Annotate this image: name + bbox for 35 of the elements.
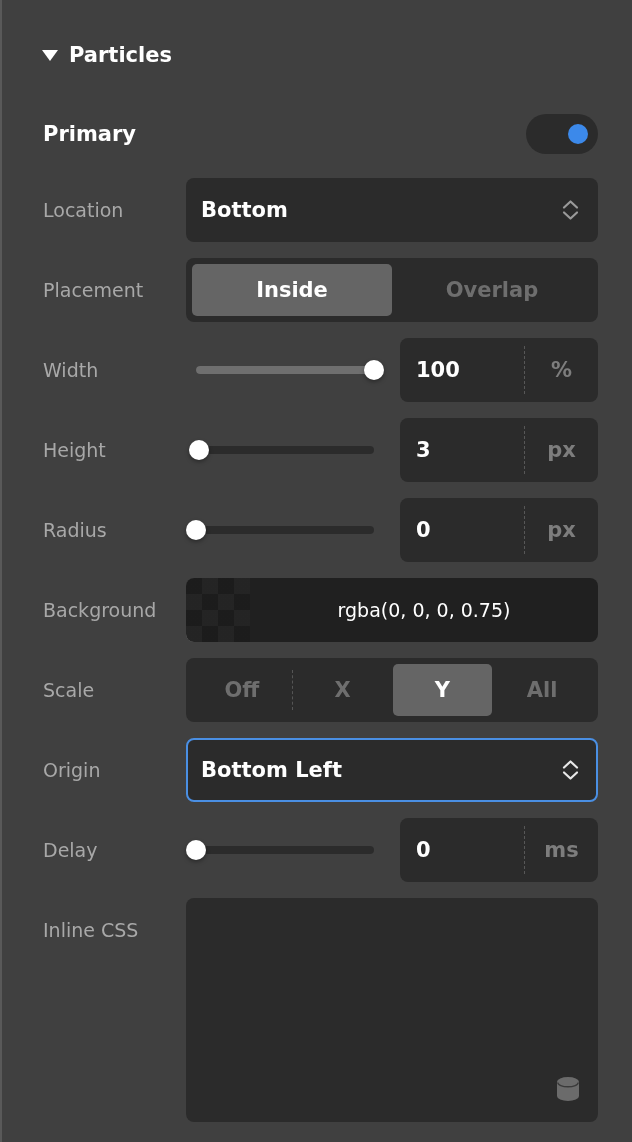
field-label: Background (43, 599, 158, 621)
field-label: Height (43, 439, 107, 461)
number-input[interactable]: 0 px (400, 498, 598, 562)
section-heading[interactable]: Particles (42, 30, 172, 80)
field-label: Placement (43, 279, 145, 301)
unit-label: ms (524, 826, 598, 874)
chevron-up-down-icon (562, 200, 579, 220)
field-label: Scale (43, 679, 96, 701)
unit-label: px (524, 506, 598, 554)
field-label: Origin (43, 759, 102, 781)
slider-thumb[interactable] (188, 440, 209, 460)
slider-thumb[interactable] (186, 840, 206, 860)
setting-title: Primary (43, 121, 137, 147)
chevron-up-down-icon (562, 760, 579, 780)
dropdown[interactable]: Bottom Left (186, 738, 598, 802)
unit-label: % (524, 346, 598, 394)
color-field[interactable]: rgba(0, 0, 0, 0.75) (186, 578, 598, 642)
number-input[interactable]: 100 % (400, 338, 598, 402)
field-label: Delay (43, 839, 99, 861)
slider-thumb[interactable] (364, 360, 384, 380)
database-icon (557, 1077, 579, 1101)
field-label: Inline CSS (43, 919, 140, 941)
field-label: Location (43, 199, 125, 221)
segment-button[interactable]: Inside (192, 264, 392, 316)
unit-label: px (524, 426, 598, 474)
number-input[interactable]: 0 ms (400, 818, 598, 882)
segment-button[interactable]: Y (392, 664, 493, 716)
toggle-switch[interactable] (526, 114, 598, 154)
number-input[interactable]: 3 px (400, 418, 598, 482)
slider-thumb[interactable] (186, 520, 206, 540)
field-label: Radius (43, 519, 108, 541)
dropdown[interactable]: Bottom (186, 178, 598, 242)
code-input[interactable] (186, 898, 598, 1122)
field-label: Width (43, 359, 100, 381)
color-swatch-icon (186, 578, 250, 642)
